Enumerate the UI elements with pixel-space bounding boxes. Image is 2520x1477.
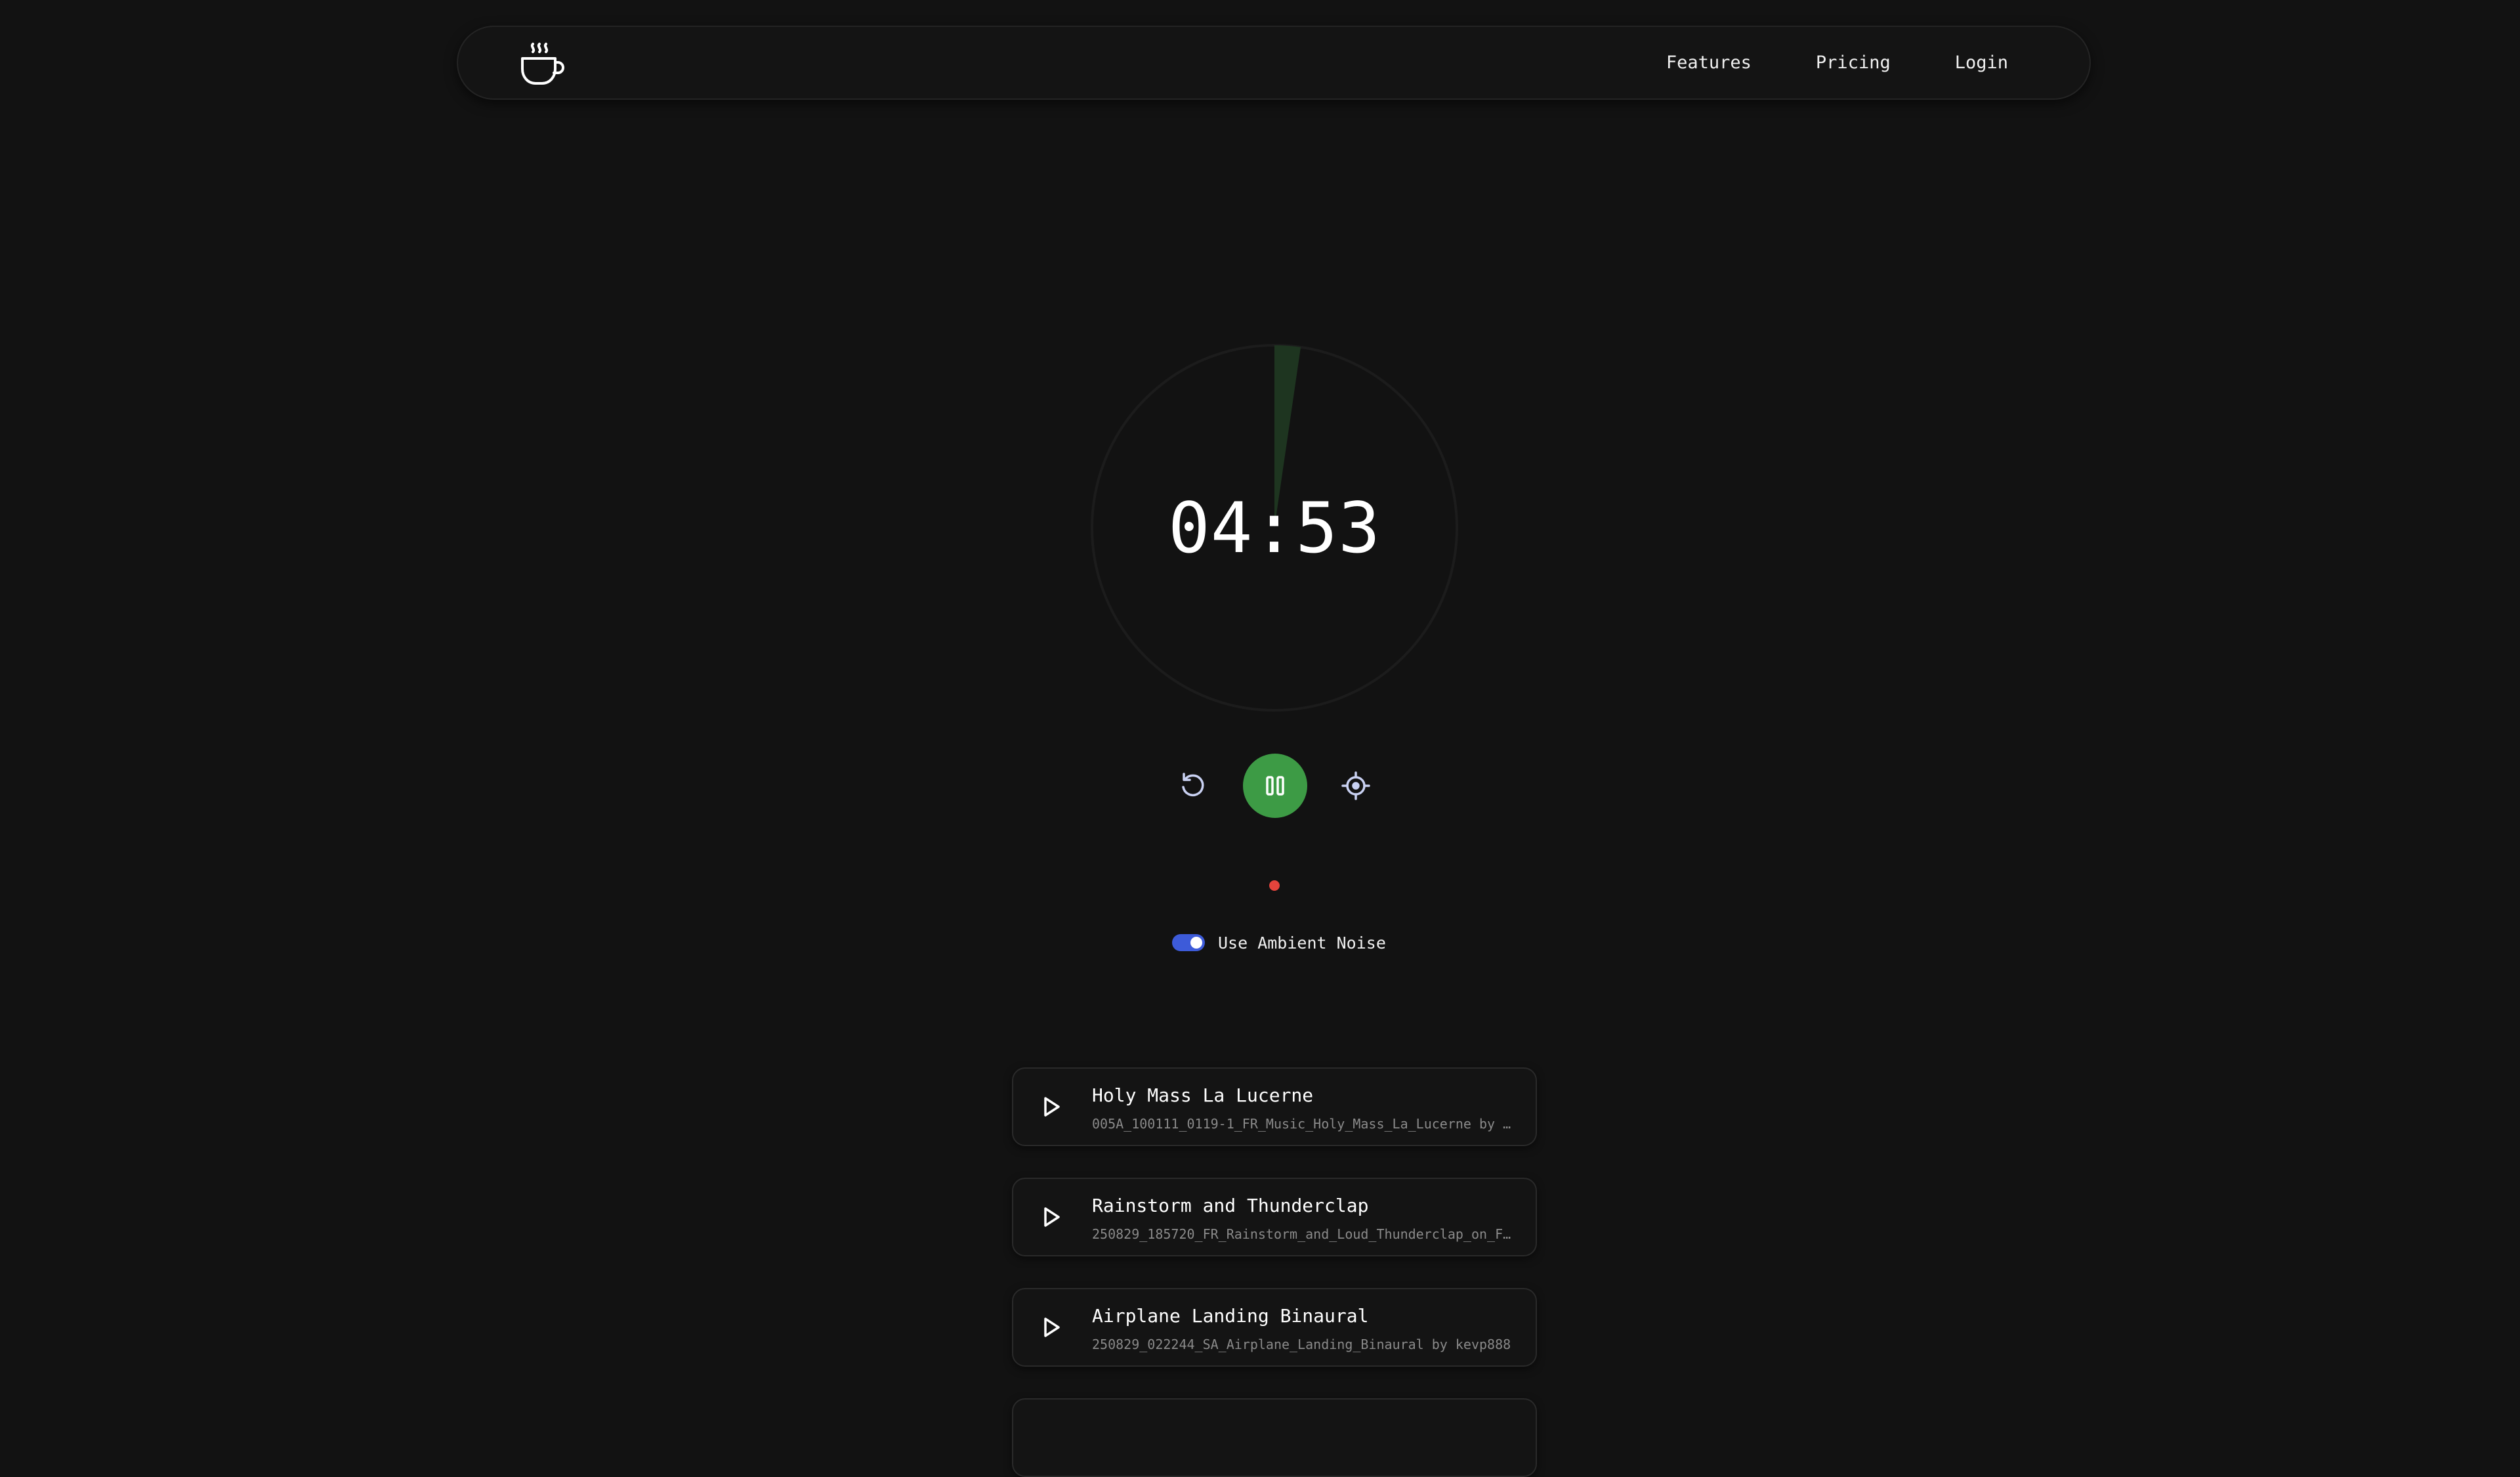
toggle-knob [1190, 937, 1202, 949]
track-title: Airplane Landing Binaural [1092, 1305, 1369, 1327]
coffee-cup-icon[interactable] [518, 41, 567, 86]
recording-dot [1269, 880, 1280, 891]
track-subtitle: 250829_185720_FR_Rainstorm_and_Loud_Thun… [1092, 1226, 1517, 1242]
ambient-noise-toggle[interactable] [1172, 934, 1205, 951]
timer-controls [1168, 754, 1385, 818]
pause-icon [1266, 776, 1284, 796]
top-navbar: Features Pricing Login [457, 26, 2091, 100]
pause-button[interactable] [1243, 754, 1307, 818]
track-title: Holy Mass La Lucerne [1092, 1084, 1314, 1106]
timer-display: 04:53 [1167, 487, 1381, 568]
reset-icon[interactable] [1177, 770, 1209, 802]
nav-link-features[interactable]: Features [1666, 53, 1752, 73]
play-icon[interactable] [1038, 1314, 1064, 1340]
timer-dial: 04:53 [1091, 344, 1458, 712]
play-icon[interactable] [1038, 1094, 1064, 1120]
play-icon[interactable] [1038, 1204, 1064, 1230]
nav-link-login[interactable]: Login [1955, 53, 2008, 73]
track-card-partial[interactable] [1012, 1398, 1537, 1477]
track-card[interactable]: Rainstorm and Thunderclap 250829_185720_… [1012, 1178, 1537, 1256]
track-subtitle: 250829_022244_SA_Airplane_Landing_Binaur… [1092, 1337, 1511, 1352]
track-card[interactable]: Holy Mass La Lucerne 005A_100111_0119-1_… [1012, 1067, 1537, 1146]
nav-link-pricing[interactable]: Pricing [1816, 53, 1891, 73]
track-subtitle: 005A_100111_0119-1_FR_Music_Holy_Mass_La… [1092, 1116, 1517, 1132]
ambient-noise-row: Use Ambient Noise [1172, 932, 1386, 953]
track-card[interactable]: Airplane Landing Binaural 250829_022244_… [1012, 1288, 1537, 1367]
track-title: Rainstorm and Thunderclap [1092, 1195, 1369, 1216]
nav-links: Features Pricing Login [1666, 27, 2008, 98]
ambient-noise-label: Use Ambient Noise [1218, 933, 1386, 953]
crosshair-icon[interactable] [1340, 770, 1372, 802]
